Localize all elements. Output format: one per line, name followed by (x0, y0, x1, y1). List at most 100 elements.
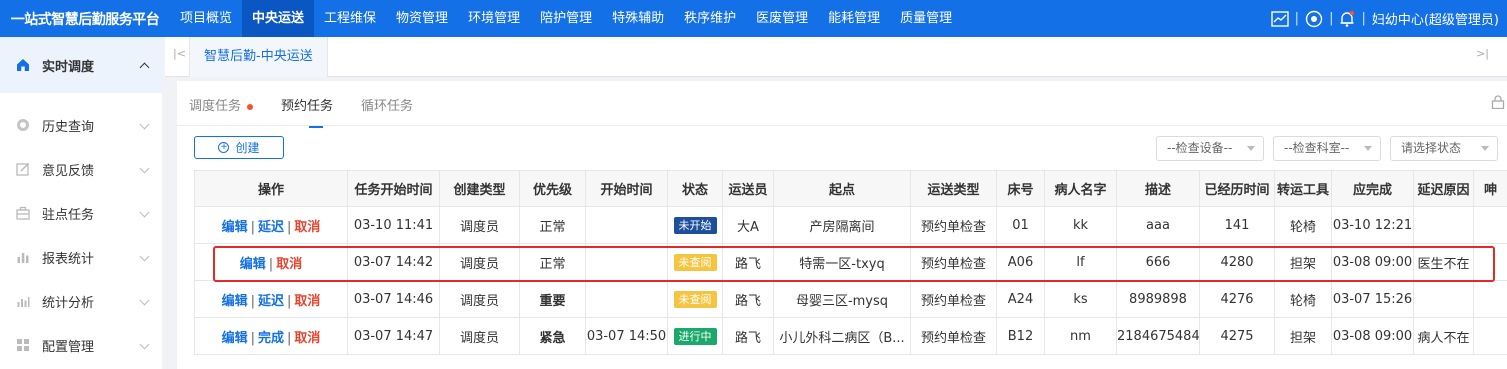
dashboard-icon[interactable] (1305, 10, 1323, 28)
status-cell: 未查阅 (667, 280, 723, 318)
origin-cell: 小儿外科二病区（B... (773, 317, 911, 355)
caret-down-icon (1481, 146, 1489, 151)
edit-link[interactable]: 编辑 (240, 257, 266, 272)
separator: | (1361, 11, 1366, 26)
status-cell: 未开始 (667, 206, 723, 244)
nav-item-environment[interactable]: 环境管理 (458, 0, 530, 37)
create-type-cell: 调度员 (439, 317, 520, 355)
sidebar-item-realtime-dispatch[interactable]: 实时调度 (0, 37, 162, 93)
tab-reservation-tasks[interactable]: 预约任务 (281, 95, 333, 128)
lock-icon[interactable] (1491, 95, 1505, 109)
sidebar-item-feedback[interactable]: 意见反馈 (0, 147, 162, 191)
cancel-link[interactable]: 取消 (294, 220, 320, 235)
elapsed-cell: 4280 (1199, 243, 1275, 281)
elapsed-cell: 4276 (1199, 280, 1275, 318)
tab-scroll-left-icon[interactable]: |< (173, 47, 186, 60)
delay-link[interactable]: 延迟 (258, 220, 284, 235)
description-cell: aaa (1116, 206, 1200, 244)
edit-link[interactable]: 编辑 (222, 220, 248, 235)
user-name[interactable]: 妇幼中心(超级管理员) (1372, 9, 1499, 28)
edit-link[interactable]: 编辑 (222, 294, 248, 309)
priority-cell: 重要 (519, 280, 586, 318)
tab-dispatch-tasks[interactable]: 调度任务 (189, 95, 254, 114)
chevron-down-icon (139, 163, 150, 174)
page-tab-central-transport[interactable]: 智慧后勤-中央运送 (189, 37, 328, 77)
table-body: 编辑 | 延迟 | 取消 03-10 11:41 调度员 正常 未开始 大A 产房隔离间 预约单检查 0… (194, 206, 1507, 355)
nav-item-central-transport[interactable]: 中央运送 (242, 0, 315, 37)
sidebar-item-history[interactable]: 历史查询 (0, 103, 162, 147)
department-filter-select[interactable]: --检查科室-- (1273, 136, 1381, 161)
cancel-link[interactable]: 取消 (276, 257, 302, 272)
department-filter-value: --检查科室-- (1284, 141, 1350, 155)
create-button[interactable]: + 创建 (194, 136, 284, 159)
tool-cell: 轮椅 (1274, 206, 1332, 244)
cancel-link[interactable]: 取消 (294, 294, 320, 309)
origin-cell: 产房隔离间 (773, 206, 911, 244)
separator: | (1329, 11, 1334, 26)
delay-reason-cell: 病人不在 (1413, 317, 1474, 355)
status-badge: 进行中 (673, 327, 717, 345)
origin-cell: 特需一区-txyq (773, 243, 911, 281)
priority-cell: 正常 (519, 206, 586, 244)
delay-reason-cell (1413, 206, 1474, 244)
sidebar-item-config[interactable]: 配置管理 (0, 323, 162, 367)
briefcase-icon (16, 206, 30, 220)
status-badge: 未查阅 (673, 253, 717, 271)
nav-item-engineering[interactable]: 工程维保 (314, 0, 386, 37)
transport-type-cell: 预约单检查 (910, 243, 997, 281)
task-start-cell: 03-07 14:47 (347, 317, 440, 355)
extra-cell (1473, 280, 1507, 318)
tab-scroll-right-icon[interactable]: >| (1476, 47, 1489, 60)
config-icon (16, 338, 30, 352)
start-time-cell (585, 243, 668, 281)
top-nav: 项目概览 中央运送 工程维保 物资管理 环境管理 陪护管理 特殊辅助 秩序维护 … (170, 0, 962, 37)
nav-item-special-assist[interactable]: 特殊辅助 (602, 0, 674, 37)
chevron-down-icon (139, 295, 150, 306)
nav-item-quality[interactable]: 质量管理 (890, 0, 962, 37)
trend-chart-icon[interactable] (1270, 10, 1289, 27)
bar-chart-icon (16, 250, 30, 264)
delay-link[interactable]: 延迟 (258, 294, 284, 309)
sidebar-item-analysis[interactable]: 统计分析 (0, 279, 162, 323)
feedback-icon (16, 162, 30, 176)
nav-item-escort[interactable]: 陪护管理 (530, 0, 602, 37)
tool-cell: 担架 (1274, 317, 1332, 355)
sidebar-item-reports[interactable]: 报表统计 (0, 235, 162, 279)
device-filter-select[interactable]: --检查设备-- (1156, 136, 1264, 161)
sidebar-item-label: 意见反馈 (42, 163, 95, 179)
main-content: 调度任务 预约任务 循环任务 + 创建 --检查设备-- --检查科室-- 请选… (177, 81, 1507, 369)
cancel-link[interactable]: 取消 (294, 331, 320, 346)
task-start-cell: 03-10 11:41 (347, 206, 440, 244)
tab-cyclic-tasks[interactable]: 循环任务 (361, 95, 413, 114)
separator: | (1294, 11, 1300, 26)
nav-item-order[interactable]: 秩序维护 (674, 0, 746, 37)
transport-type-cell: 预约单检查 (910, 280, 997, 318)
nav-item-overview[interactable]: 项目概览 (170, 0, 242, 37)
edit-link[interactable]: 编辑 (222, 331, 248, 346)
description-cell: 8989898 (1116, 280, 1200, 318)
bell-icon[interactable] (1339, 10, 1355, 28)
sidebar-item-label: 配置管理 (42, 339, 95, 355)
bed-cell: 01 (996, 206, 1045, 244)
create-type-cell: 调度员 (439, 243, 520, 281)
nav-item-energy[interactable]: 能耗管理 (818, 0, 890, 37)
status-filter-select[interactable]: 请选择状态 (1390, 136, 1498, 161)
table-row: 编辑 | 延迟 | 取消 03-07 14:46 调度员 重要 未查阅 路飞 母婴三区-mysq 预约… (194, 280, 1507, 318)
sidebar-item-station-tasks[interactable]: 驻点任务 (0, 191, 162, 235)
task-table: 操作 任务开始时间 创建类型 优先级 开始时间 状态 运送员 起点 运送类型 床号 病人名字 描述 已经… (194, 170, 1507, 355)
separator: | (268, 256, 274, 272)
create-label: 创建 (235, 141, 260, 155)
plus-icon: + (218, 142, 230, 153)
nav-item-medical-waste[interactable]: 医废管理 (746, 0, 818, 37)
extra-cell (1473, 206, 1507, 244)
complete-link[interactable]: 完成 (258, 331, 284, 346)
table-header-row: 操作 任务开始时间 创建类型 优先级 开始时间 状态 运送员 起点 运送类型 床号 病人名字 描述 已经… (194, 170, 1507, 207)
table-row: 编辑 | 取消 03-07 14:42 调度员 正常 未查阅 路飞 特需一区-txyq 预约单检查… (194, 243, 1507, 281)
sidebar-item-label: 历史查询 (42, 119, 95, 135)
operations-cell: 编辑 | 取消 (194, 243, 348, 281)
nav-item-materials[interactable]: 物资管理 (386, 0, 458, 37)
due-cell: 03-10 12:21 (1331, 206, 1414, 244)
separator: | (250, 293, 255, 309)
description-cell: 21846754846 (1116, 317, 1200, 355)
column-header: 状态 (667, 170, 723, 207)
